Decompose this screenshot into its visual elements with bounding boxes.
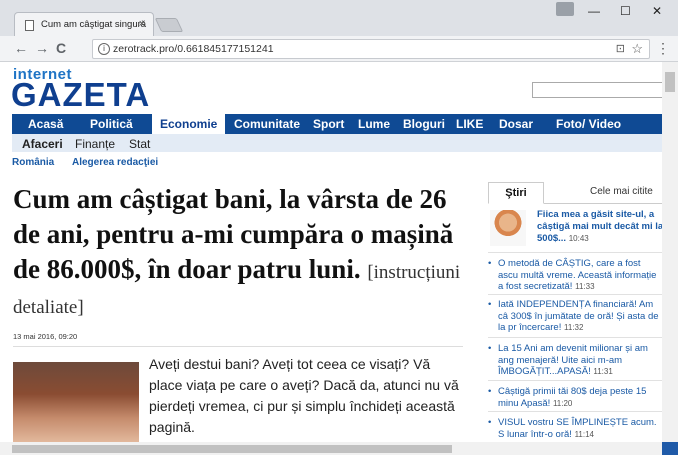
nav-item-like[interactable]: LIKE (456, 117, 483, 131)
nav-item-politica[interactable]: Politică (90, 117, 133, 131)
reload-icon[interactable]: C (56, 40, 66, 56)
browser-tab[interactable]: Cum am câştigat singură × (14, 12, 154, 38)
crumb-romania[interactable]: România (12, 157, 54, 168)
featured-news[interactable]: Fiica mea a găsit site-ul, a câștigă mai… (488, 209, 662, 248)
news-text[interactable]: La 15 Ani am devenit milionar și am ang … (498, 343, 648, 377)
news-item[interactable]: O metodă de CÂȘTIG, care a fost ascu mul… (488, 258, 662, 293)
forward-icon[interactable]: → (35, 40, 49, 56)
info-icon[interactable]: i (98, 43, 110, 55)
news-item[interactable]: VISUL vostru SE ÎMPLINEȘTE acum. S lunar… (488, 417, 662, 440)
nav-item-dosar[interactable]: Dosar (499, 117, 533, 131)
nav-item-bloguri[interactable]: Bloguri (403, 117, 445, 131)
logo-main[interactable]: GAZETA (11, 76, 150, 114)
nav-item-sport[interactable]: Sport (313, 117, 344, 131)
bookmark-star-icon[interactable]: ☆ (631, 41, 643, 57)
translate-icon[interactable]: ⊡ (616, 42, 625, 55)
news-time: 11:31 (593, 367, 613, 377)
divider (488, 411, 662, 412)
tab-stiri[interactable]: Ştiri (488, 182, 544, 204)
sub-nav: Afaceri Finanțe Stat (12, 134, 662, 152)
scrollbar-thumb[interactable] (12, 445, 452, 453)
sidebar-tabs: Ştiri Cele mai citite (488, 182, 662, 204)
web-page: internet GAZETA Acasă Politică Economie … (0, 62, 662, 442)
search-input[interactable] (532, 82, 662, 98)
nav-item-foto-video[interactable]: Foto/ Video (556, 117, 621, 131)
subnav-item-finante[interactable]: Finanțe (75, 137, 115, 151)
nav-item-acasa[interactable]: Acasă (28, 117, 63, 131)
new-tab-button[interactable] (154, 18, 184, 32)
article-title: Cum am câștigat bani, la vârsta de 26 de… (13, 182, 463, 322)
document-icon (25, 20, 34, 31)
divider (488, 337, 662, 338)
news-time: 11:14 (574, 429, 594, 439)
url-text: zerotrack.pro/0.661845177151241 (113, 43, 274, 55)
divider (488, 252, 662, 253)
main-nav: Acasă Politică Economie Comunitate Sport… (12, 114, 662, 134)
news-time: 11:33 (575, 282, 595, 292)
subnav-item-afaceri[interactable]: Afaceri (22, 137, 63, 151)
browser-toolbar: ← → C i zerotrack.pro/0.661845177151241 … (0, 36, 678, 62)
address-bar[interactable]: i zerotrack.pro/0.661845177151241 ⊡ ☆ (92, 39, 650, 59)
divider (488, 294, 662, 295)
vertical-scrollbar[interactable] (662, 62, 678, 442)
nav-item-lume[interactable]: Lume (358, 117, 390, 131)
news-item[interactable]: Câștigă primii tăi 80$ deja peste 15 min… (488, 386, 662, 409)
article-body: Aveți destui bani? Aveți tot ceea ce vis… (149, 356, 459, 435)
menu-icon[interactable]: ⋮ (656, 40, 670, 57)
crumb-alegerea-redactiei[interactable]: Alegerea redacţiei (72, 157, 158, 168)
window-close-icon[interactable]: ✕ (652, 4, 662, 18)
article-date: 13 mai 2016, 09:20 (13, 332, 78, 341)
featured-time: 10:43 (568, 234, 589, 243)
scrollbar-thumb[interactable] (665, 72, 675, 92)
divider (13, 346, 463, 347)
back-icon[interactable]: ← (14, 40, 28, 56)
tab-title: Cum am câştigat singură (41, 19, 147, 30)
browser-window: Cum am câştigat singură × — ☐ ✕ ← → C i … (0, 0, 678, 455)
nav-item-comunitate[interactable]: Comunitate (234, 117, 300, 131)
nav-item-economie[interactable]: Economie (152, 114, 226, 134)
news-time: 11:20 (552, 398, 573, 408)
featured-text[interactable]: Fiica mea a găsit site-ul, a câștigă mai… (537, 209, 662, 244)
user-icon[interactable] (556, 2, 574, 16)
divider (488, 380, 662, 381)
news-time: 11:32 (564, 323, 584, 333)
maximize-icon[interactable]: ☐ (620, 4, 631, 18)
featured-thumbnail[interactable] (490, 210, 526, 246)
browser-chrome: Cum am câştigat singură × — ☐ ✕ ← → C i … (0, 0, 678, 62)
news-item[interactable]: Iată INDEPENDENȚA financiară! Am câ 300$… (488, 299, 662, 334)
close-tab-icon[interactable]: × (139, 18, 145, 30)
minimize-icon[interactable]: — (588, 4, 600, 18)
tab-cele-mai-citite[interactable]: Cele mai citite (590, 186, 653, 197)
article-photo (13, 362, 139, 442)
horizontal-scrollbar[interactable] (0, 442, 662, 455)
subnav-item-stat[interactable]: Stat (129, 137, 150, 151)
news-item[interactable]: La 15 Ani am devenit milionar și am ang … (488, 343, 662, 378)
